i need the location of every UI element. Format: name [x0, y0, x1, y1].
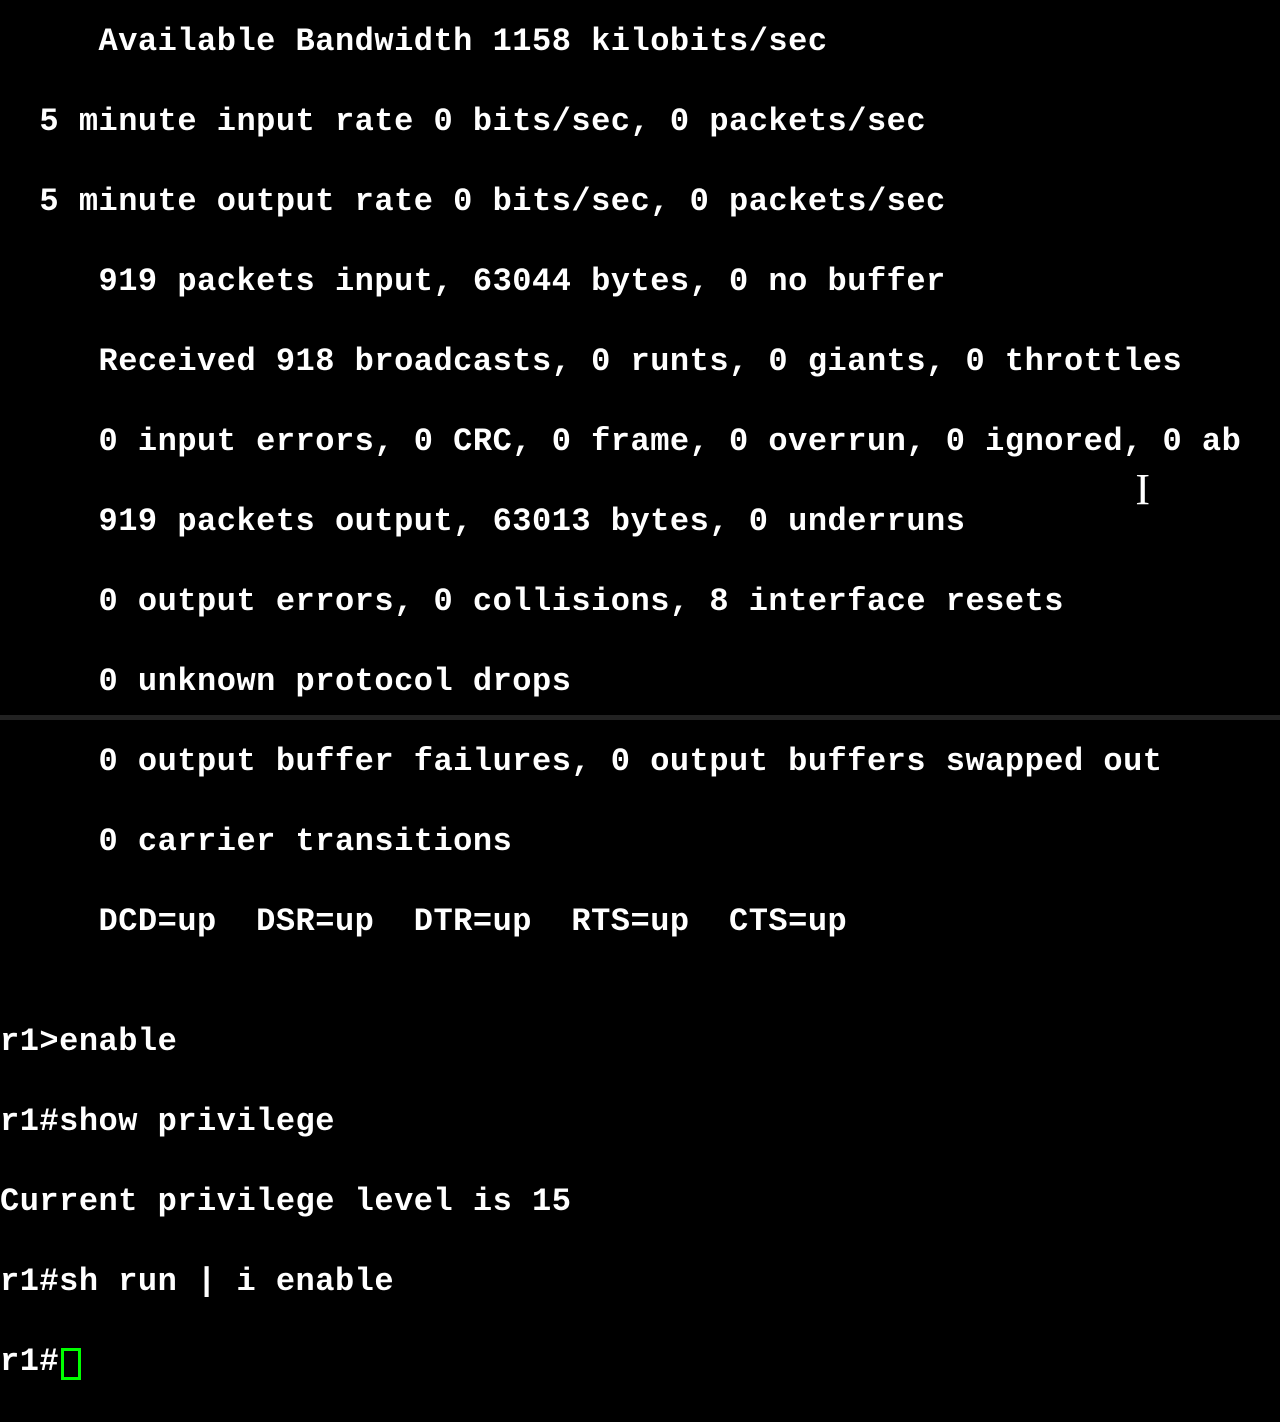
output-line: 0 carrier transitions	[0, 822, 1280, 862]
prompt-line[interactable]: r1#	[0, 1342, 1280, 1382]
output-line: 919 packets input, 63044 bytes, 0 no buf…	[0, 262, 1280, 302]
output-line: 5 minute output rate 0 bits/sec, 0 packe…	[0, 182, 1280, 222]
output-line: 0 input errors, 0 CRC, 0 frame, 0 overru…	[0, 422, 1280, 462]
command-line: r1>enable	[0, 1022, 1280, 1062]
command-line: r1#sh run | i enable	[0, 1262, 1280, 1302]
output-line: 0 unknown protocol drops	[0, 662, 1280, 702]
output-line: Available Bandwidth 1158 kilobits/sec	[0, 22, 1280, 62]
text-caret-icon: I	[1135, 462, 1150, 517]
terminal-output[interactable]: Available Bandwidth 1158 kilobits/sec 5 …	[0, 0, 1280, 1422]
prompt-text: r1#	[0, 1343, 59, 1380]
output-line: 0 output buffer failures, 0 output buffe…	[0, 742, 1280, 782]
output-line: DCD=up DSR=up DTR=up RTS=up CTS=up	[0, 902, 1280, 942]
output-line: Current privilege level is 15	[0, 1182, 1280, 1222]
output-line: 5 minute input rate 0 bits/sec, 0 packet…	[0, 102, 1280, 142]
output-line: 0 output errors, 0 collisions, 8 interfa…	[0, 582, 1280, 622]
output-line: 919 packets output, 63013 bytes, 0 under…	[0, 502, 1280, 542]
window-border	[0, 715, 1280, 720]
terminal-cursor	[61, 1348, 81, 1380]
output-line: Received 918 broadcasts, 0 runts, 0 gian…	[0, 342, 1280, 382]
command-line: r1#show privilege	[0, 1102, 1280, 1142]
